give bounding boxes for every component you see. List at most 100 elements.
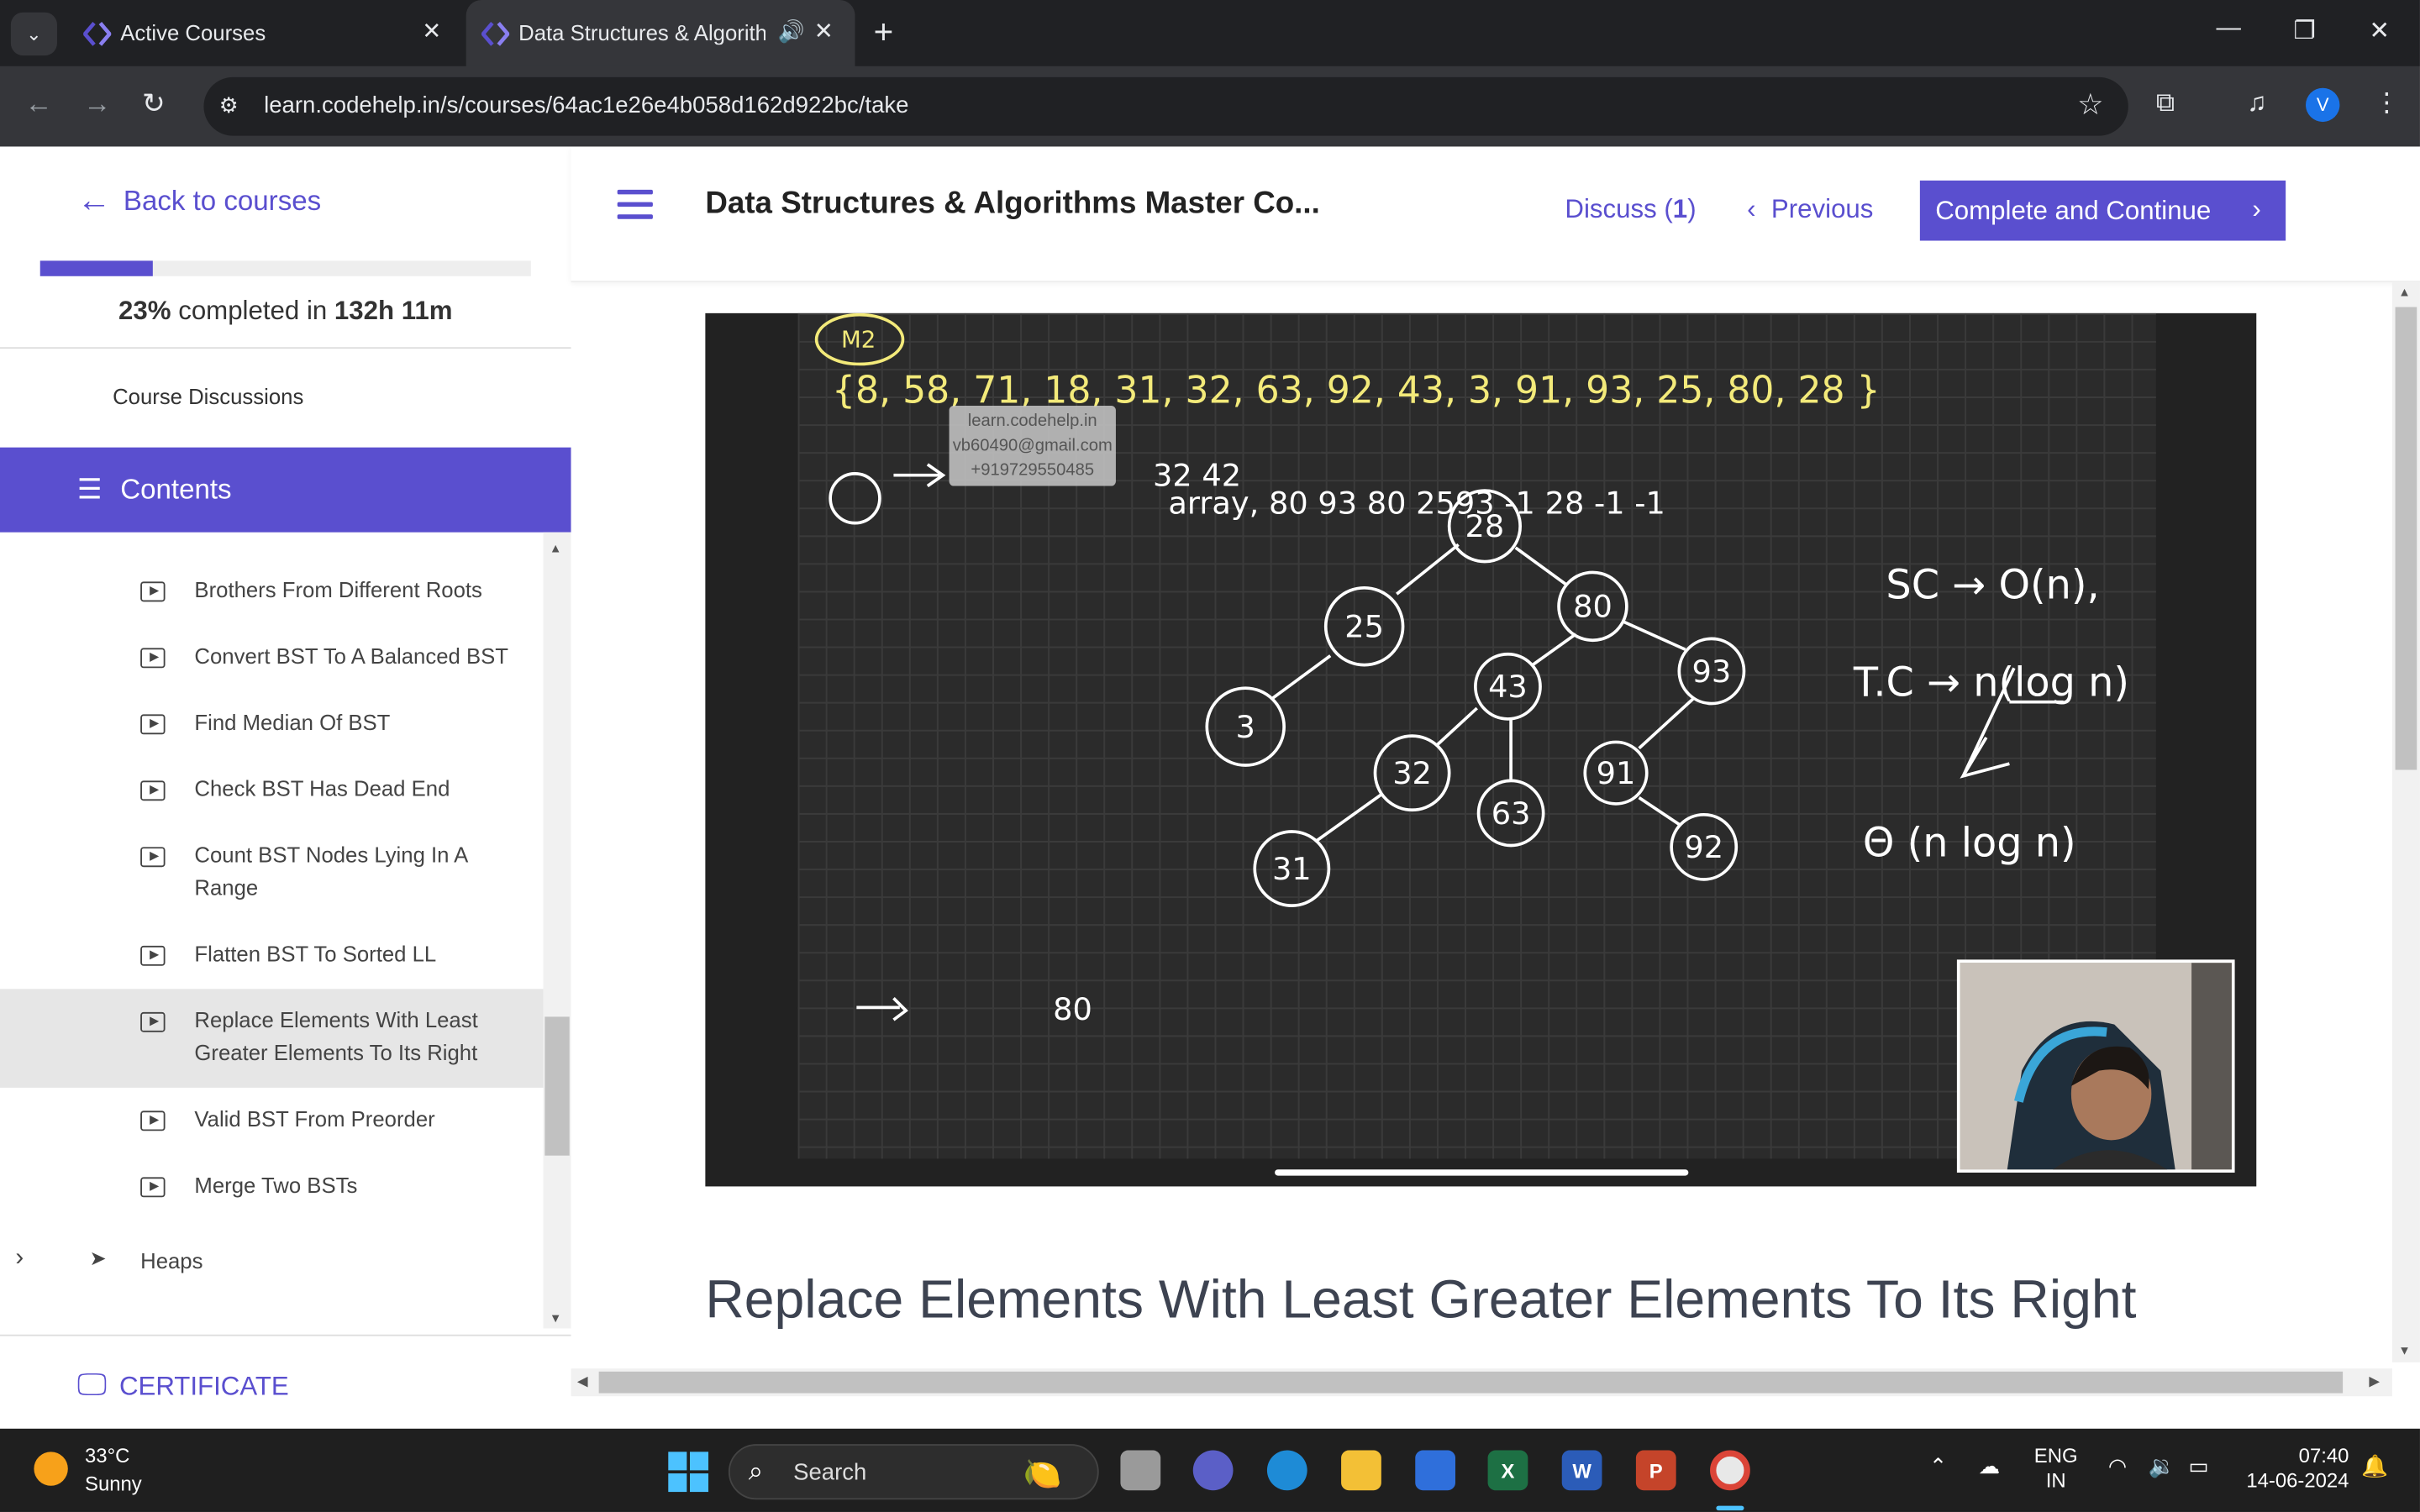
meet-chat-icon[interactable] xyxy=(1192,1450,1234,1491)
chevron-up-icon[interactable]: ⌃ xyxy=(1929,1453,1948,1479)
chevron-right-icon[interactable]: › xyxy=(15,1245,24,1273)
scroll-down-icon[interactable]: ▼ xyxy=(550,1311,562,1326)
edge-browser-icon[interactable] xyxy=(1266,1450,1307,1491)
video-lesson-icon xyxy=(140,581,166,602)
lesson-label: Replace Elements With Least Greater Elem… xyxy=(194,1007,478,1065)
list-item[interactable]: Check BST Has Dead End xyxy=(0,773,544,806)
list-item[interactable]: Count BST Nodes Lying In A Range xyxy=(0,839,544,907)
forward-arrow-icon[interactable]: → xyxy=(83,88,111,121)
section-heaps[interactable]: › ➤ Heaps xyxy=(0,1245,544,1278)
tab-search-dropdown[interactable]: ⌄ xyxy=(10,12,57,56)
file-explorer-icon[interactable] xyxy=(1341,1450,1381,1491)
tab-data-structures[interactable]: Data Structures & Algorithm 🔊 ✕ xyxy=(466,0,855,66)
audio-playing-icon[interactable]: 🔊 xyxy=(778,18,805,45)
reload-icon[interactable]: ↻ xyxy=(142,88,166,121)
svg-text:3: 3 xyxy=(1236,709,1255,745)
tab-active-courses[interactable]: Active Courses ✕ xyxy=(68,0,463,66)
svg-text:80: 80 xyxy=(1573,589,1612,625)
course-discussions-link[interactable]: Course Discussions xyxy=(113,384,303,408)
list-item[interactable]: Brothers From Different Roots xyxy=(0,574,544,607)
extensions-icon[interactable]: ⧉ xyxy=(2156,88,2175,119)
video-seek-bar[interactable] xyxy=(1275,1169,1689,1176)
input-language[interactable]: ENG IN xyxy=(2034,1444,2078,1494)
tab-title: Data Structures & Algorithm xyxy=(518,19,766,45)
scroll-up-icon[interactable]: ▲ xyxy=(2398,286,2411,300)
back-to-courses-link[interactable]: ← Back to courses xyxy=(77,181,321,221)
url-text[interactable]: learn.codehelp.in/s/courses/64ac1e26e4b0… xyxy=(264,92,908,118)
scroll-down-icon[interactable]: ▼ xyxy=(2398,1344,2411,1358)
progress-time: 132h 11m xyxy=(334,296,453,326)
codehelp-favicon-icon xyxy=(481,22,510,46)
active-app-indicator xyxy=(1716,1505,1744,1511)
main-vertical-scrollbar[interactable]: ▲ ▼ xyxy=(2391,282,2420,1362)
search-highlight-icon: 🍋 xyxy=(1023,1457,1062,1493)
wifi-icon[interactable]: ◠ xyxy=(2108,1453,2127,1479)
address-bar[interactable]: ⚙ learn.codehelp.in/s/courses/64ac1e26e4… xyxy=(203,76,2128,136)
excel-icon[interactable]: X xyxy=(1487,1450,1528,1491)
windows-start-icon[interactable] xyxy=(668,1452,709,1493)
sun-weather-icon[interactable] xyxy=(34,1452,68,1486)
list-item[interactable]: Valid BST From Preorder xyxy=(0,1103,544,1137)
site-info-icon[interactable]: ⚙ xyxy=(219,92,239,118)
search-icon: ⌕ xyxy=(748,1456,764,1486)
list-item[interactable]: Find Median Of BST xyxy=(0,706,544,740)
main-vertical-scroll-thumb[interactable] xyxy=(2395,307,2417,770)
restore-icon[interactable]: ❐ xyxy=(2293,15,2315,46)
svg-text:M2: M2 xyxy=(841,326,876,353)
scroll-right-icon[interactable]: ▶ xyxy=(2369,1373,2380,1390)
search-label: Search xyxy=(793,1459,867,1486)
powerpoint-icon[interactable]: P xyxy=(1635,1450,1676,1491)
close-window-icon[interactable]: ✕ xyxy=(2369,15,2390,46)
svg-text:T.C → n(log n): T.C → n(log n) xyxy=(1853,659,2129,706)
main-horizontal-scroll-thumb[interactable] xyxy=(598,1371,2344,1394)
video-lesson-icon xyxy=(140,945,166,966)
menu-kebab-icon[interactable]: ⋮ xyxy=(2374,88,2400,119)
hamburger-menu-icon[interactable] xyxy=(617,189,653,218)
list-item[interactable]: Merge Two BSTs xyxy=(0,1169,544,1203)
word-icon[interactable]: W xyxy=(1561,1450,1602,1491)
svg-text:80: 80 xyxy=(1053,991,1092,1027)
contents-header[interactable]: ☰ Contents xyxy=(0,447,571,533)
back-arrow-icon[interactable]: ← xyxy=(24,88,52,121)
progress-percent: 23% xyxy=(118,296,171,326)
list-item[interactable]: Flatten BST To Sorted LL xyxy=(0,938,544,972)
discuss-link[interactable]: Discuss (1) xyxy=(1565,194,1696,225)
previous-button[interactable]: ‹ Previous xyxy=(1747,194,1873,225)
sidebar-scroll-thumb[interactable] xyxy=(544,1016,570,1156)
svg-text:93: 93 xyxy=(1692,654,1732,690)
course-sidebar: ← Back to courses 23% completed in 132h … xyxy=(0,146,571,1429)
new-tab-icon[interactable]: + xyxy=(874,13,894,53)
scroll-up-icon[interactable]: ▲ xyxy=(550,542,562,556)
lang-top: ENG xyxy=(2033,1444,2078,1467)
lesson-list: Brothers From Different Roots Convert BS… xyxy=(0,533,544,1335)
course-progress-fill xyxy=(39,260,154,276)
chevron-left-icon: ‹ xyxy=(1747,194,1756,224)
chrome-icon[interactable] xyxy=(1710,1450,1750,1491)
weather-temperature[interactable]: 33°C xyxy=(85,1444,129,1467)
clock[interactable]: 07:40 14-06-2024 xyxy=(2241,1444,2349,1494)
close-tab-icon[interactable]: ✕ xyxy=(814,17,834,45)
notification-bell-icon[interactable]: 🔔 xyxy=(2361,1453,2388,1479)
list-item-current[interactable]: Replace Elements With Least Greater Elem… xyxy=(0,989,544,1088)
battery-icon[interactable]: ▭ xyxy=(2188,1453,2208,1479)
profile-avatar[interactable]: V xyxy=(2306,87,2340,123)
close-tab-icon[interactable]: ✕ xyxy=(422,17,441,45)
bookmark-star-icon[interactable]: ☆ xyxy=(2077,88,2103,123)
weather-condition[interactable]: Sunny xyxy=(85,1472,142,1495)
taskbar-search-box[interactable]: ⌕ Search 🍋 xyxy=(728,1444,1099,1500)
media-control-icon[interactable]: ♫ xyxy=(2247,88,2266,119)
sidebar-scrollbar[interactable]: ▲ ▼ xyxy=(543,532,571,1329)
scroll-left-icon[interactable]: ◀ xyxy=(577,1373,588,1390)
certificate-link[interactable]: 🖵 CERTIFICATE xyxy=(77,1368,289,1404)
task-view-icon[interactable] xyxy=(1120,1450,1161,1491)
complete-and-continue-button[interactable]: Complete and Continue › xyxy=(1919,180,2286,241)
main-horizontal-scrollbar[interactable]: ◀ ▶ xyxy=(571,1368,2392,1397)
watermark-line: learn.codehelp.in xyxy=(967,412,1097,431)
list-item[interactable]: Convert BST To A Balanced BST xyxy=(0,640,544,674)
onedrive-icon[interactable]: ☁ xyxy=(1979,1453,2001,1479)
minimize-icon[interactable]: — xyxy=(2217,15,2241,43)
video-player[interactable]: 28 25 80 3 43 93 32 63 91 31 92 80 {8, 5… xyxy=(705,312,2257,1187)
microsoft-store-icon[interactable] xyxy=(1415,1450,1456,1491)
volume-icon[interactable]: 🔉 xyxy=(2149,1453,2175,1479)
instructor-webcam-overlay xyxy=(1956,959,2235,1173)
